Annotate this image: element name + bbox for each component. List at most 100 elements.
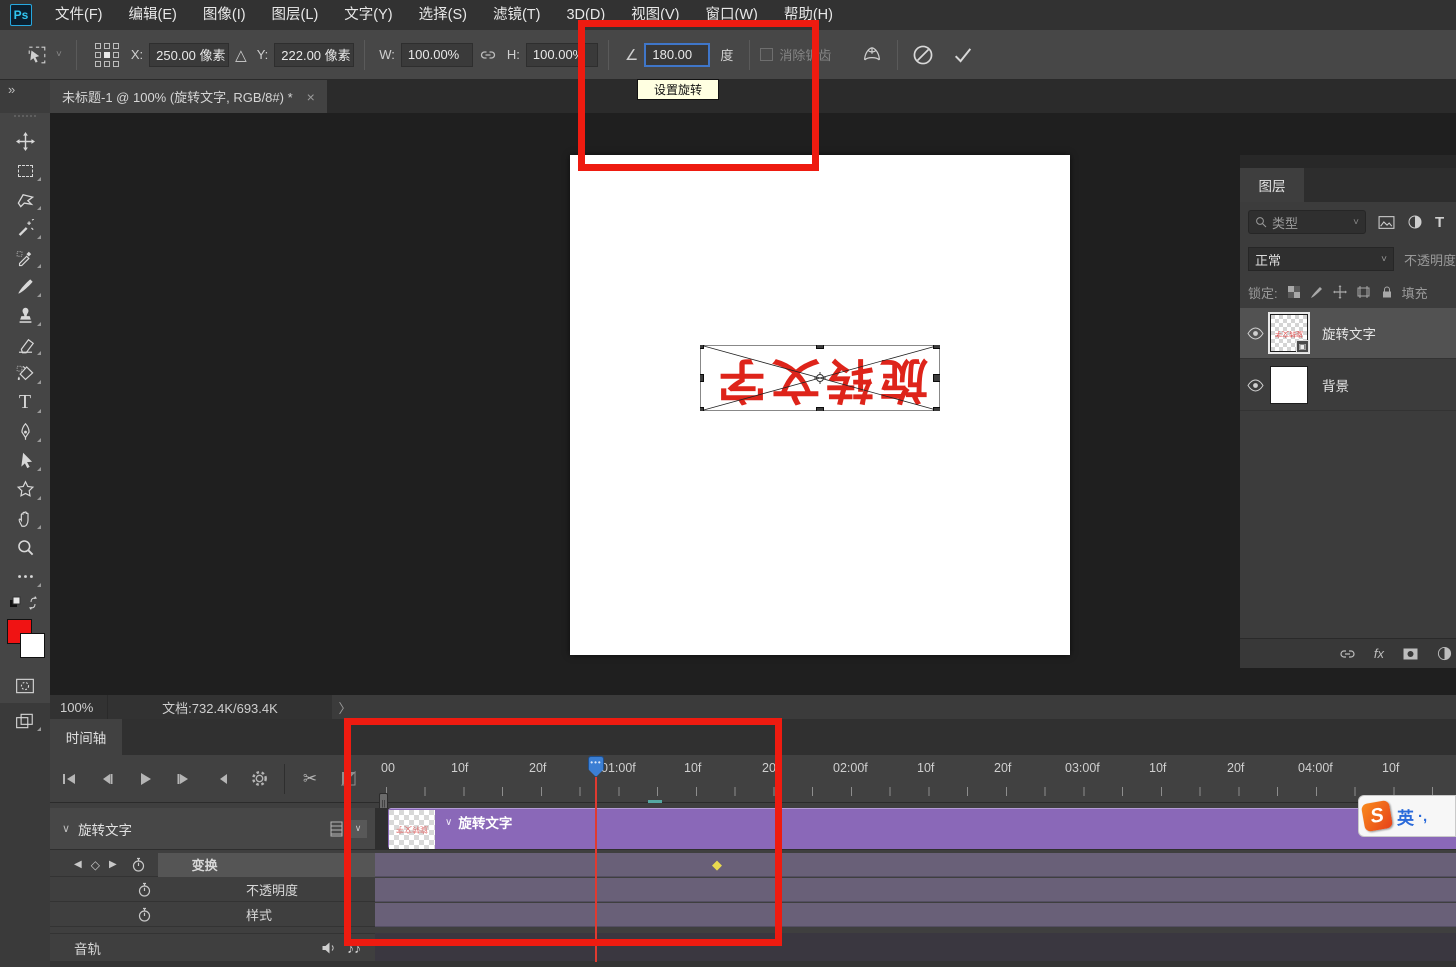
custom-shape-tool[interactable] [0, 475, 50, 504]
transform-bounding-box[interactable]: 旋转文字 [700, 345, 940, 411]
timeline-clip[interactable]: 旋转文字 ∨ 旋转文字 [388, 808, 1456, 849]
warp-mode-icon[interactable] [857, 40, 887, 70]
layer-row-background[interactable]: 背景 [1240, 360, 1456, 411]
paint-bucket-tool[interactable] [0, 359, 50, 388]
height-input[interactable]: 100.00% [525, 42, 598, 67]
background-color-swatch[interactable] [20, 633, 45, 658]
transform-track[interactable]: ◆ [375, 853, 1456, 877]
y-position-input[interactable]: 222.00 像素 [274, 42, 355, 67]
zoom-tool[interactable] [0, 533, 50, 562]
timeline-settings-gear-icon[interactable] [240, 764, 278, 794]
relative-position-icon[interactable]: △ [235, 46, 247, 64]
menu-window[interactable]: 窗口(W) [693, 0, 771, 30]
visibility-eye-icon[interactable] [1240, 326, 1270, 340]
play-icon[interactable] [126, 764, 164, 794]
link-layers-icon[interactable] [1339, 647, 1356, 661]
layer-filter-select[interactable]: 类型 ˅ [1248, 210, 1366, 234]
audio-track-lane[interactable] [375, 933, 1456, 961]
clone-stamp-tool[interactable] [0, 301, 50, 330]
filter-image-icon[interactable] [1378, 215, 1395, 230]
reference-point-locator[interactable] [94, 42, 119, 67]
status-expand-icon[interactable]: 〉 [332, 698, 358, 717]
previous-keyframe-icon[interactable]: ◀ [74, 859, 82, 870]
property-row-style[interactable]: 样式 [50, 903, 375, 927]
hand-tool[interactable] [0, 504, 50, 533]
stopwatch-icon[interactable] [131, 857, 146, 873]
path-selection-tool[interactable] [0, 446, 50, 475]
video-track-header[interactable]: ∨ 旋转文字 ∨ [50, 808, 375, 850]
speaker-icon[interactable] [321, 941, 337, 955]
ime-punctuation-indicator[interactable]: ·, [1418, 808, 1427, 825]
cancel-transform-icon[interactable] [908, 40, 938, 70]
playhead-line[interactable] [595, 777, 597, 962]
swap-colors-icon[interactable] [0, 591, 50, 613]
layer-name[interactable]: 背景 [1322, 375, 1349, 395]
layer-thumbnail[interactable] [1270, 366, 1308, 404]
document-tab[interactable]: 未标题-1 @ 100% (旋转文字, RGB/8#) * × [50, 80, 327, 113]
lock-transparency-icon[interactable] [1287, 285, 1301, 299]
tool-preset-chevron-icon[interactable]: ˅ [56, 49, 62, 60]
document-canvas[interactable]: 旋转文字 [570, 155, 1070, 655]
transform-handles[interactable] [700, 345, 940, 411]
pen-tool[interactable] [0, 417, 50, 446]
close-document-icon[interactable]: × [307, 89, 315, 105]
layer-name[interactable]: 旋转文字 [1322, 323, 1376, 343]
lock-all-icon[interactable] [1380, 285, 1394, 299]
layer-mask-icon[interactable] [1402, 647, 1419, 661]
mute-audio-icon[interactable] [202, 764, 240, 794]
menu-image[interactable]: 图像(I) [190, 0, 259, 30]
menu-type[interactable]: 文字(Y) [331, 0, 405, 30]
antialias-checkbox[interactable] [760, 48, 774, 61]
menu-edit[interactable]: 编辑(E) [116, 0, 190, 30]
split-clip-scissors-icon[interactable]: ✂ [291, 764, 329, 794]
ime-language-indicator[interactable]: 英 [1397, 804, 1414, 829]
menu-filter[interactable]: 滤镜(T) [480, 0, 554, 30]
adjustment-layer-icon[interactable] [1437, 646, 1452, 661]
zoom-level-field[interactable]: 100% [50, 695, 108, 719]
style-track[interactable] [375, 903, 1456, 927]
previous-frame-icon[interactable] [88, 764, 126, 794]
transition-icon[interactable] [329, 764, 367, 794]
menu-view[interactable]: 视图(V) [618, 0, 692, 30]
work-area-handle[interactable] [648, 800, 662, 803]
brush-tool[interactable] [0, 272, 50, 301]
track-filmstrip-icon[interactable] [330, 821, 343, 837]
edit-toolbar-ellipsis-icon[interactable] [0, 562, 50, 591]
track-options-chevron-icon[interactable]: ∨ [349, 819, 367, 838]
blend-mode-select[interactable]: 正常 ˅ [1248, 247, 1394, 271]
filter-type-icon[interactable]: T [1435, 214, 1444, 231]
lock-position-icon[interactable] [1332, 285, 1347, 299]
music-notes-icon[interactable]: ♪♪ [347, 940, 361, 956]
menu-select[interactable]: 选择(S) [406, 0, 480, 30]
visibility-eye-icon[interactable] [1240, 378, 1270, 392]
layer-style-fx-icon[interactable]: fx [1374, 646, 1384, 661]
marquee-tool[interactable] [0, 156, 50, 185]
chevron-down-icon[interactable]: ∨ [62, 822, 70, 835]
photoshop-logo[interactable]: Ps [10, 4, 32, 26]
lock-artboard-icon[interactable] [1356, 285, 1371, 299]
keyframe-diamond[interactable]: ◆ [705, 853, 729, 876]
x-position-input[interactable]: 250.00 像素 [149, 42, 230, 67]
commit-transform-icon[interactable] [948, 40, 978, 70]
eraser-tool[interactable] [0, 330, 50, 359]
add-keyframe-icon[interactable]: ◇ [91, 858, 100, 872]
timeline-ruler[interactable]: 00 10f 20f 01:00f 10f 20f 02:00f 10f 20f… [375, 755, 1456, 803]
menu-help[interactable]: 帮助(H) [771, 0, 846, 30]
ime-toolbar[interactable]: S 英 ·, [1358, 795, 1456, 837]
layer-row-rotated-text[interactable]: 旋转文字 ▣ 旋转文字 [1240, 308, 1456, 359]
rotation-input[interactable]: 180.00 [644, 42, 711, 67]
lock-pixels-icon[interactable] [1310, 285, 1324, 299]
opacity-track[interactable] [375, 878, 1456, 902]
stopwatch-icon[interactable] [137, 907, 152, 923]
property-row-opacity[interactable]: 不透明度 [50, 878, 375, 902]
chevron-down-icon[interactable]: ∨ [445, 817, 452, 828]
width-input[interactable]: 100.00% [400, 42, 473, 67]
type-tool[interactable]: T [0, 388, 50, 417]
go-first-frame-icon[interactable] [50, 764, 88, 794]
foreground-background-swatches[interactable] [0, 617, 50, 663]
tab-timeline[interactable]: 时间轴 [50, 719, 122, 755]
link-dimensions-icon[interactable] [473, 40, 503, 70]
eyedropper-tool[interactable] [0, 243, 50, 272]
quick-selection-tool[interactable] [0, 214, 50, 243]
screen-mode-icon[interactable] [0, 706, 50, 735]
